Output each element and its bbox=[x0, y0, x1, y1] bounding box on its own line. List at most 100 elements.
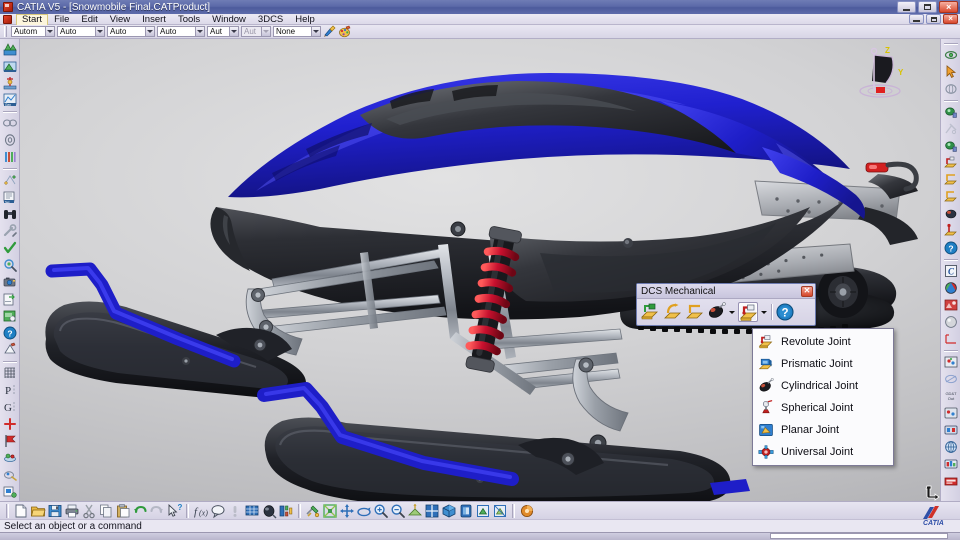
new-document-icon[interactable] bbox=[13, 503, 29, 519]
flag-note-icon[interactable] bbox=[2, 433, 18, 449]
table-icon[interactable] bbox=[244, 503, 260, 519]
chevron-down-icon[interactable] bbox=[95, 27, 104, 36]
whats-this-help-icon[interactable]: ? bbox=[166, 503, 183, 519]
spherical-joint-icon[interactable] bbox=[943, 206, 959, 222]
mirror-q-icon[interactable]: G bbox=[2, 399, 18, 415]
menu-item-prismatic-joint[interactable]: Prismatic Joint bbox=[753, 353, 893, 375]
filter-combo-3[interactable]: Auto bbox=[157, 26, 205, 37]
constraint-icon[interactable] bbox=[2, 115, 18, 131]
sphere-gray-icon[interactable] bbox=[943, 314, 959, 330]
print-icon[interactable] bbox=[64, 503, 80, 519]
maximize-button[interactable] bbox=[918, 1, 937, 13]
kinematics-simulate-icon[interactable] bbox=[943, 104, 959, 120]
measure-mode-combo[interactable]: Autom bbox=[11, 26, 55, 37]
search-binoculars-icon[interactable] bbox=[2, 206, 18, 222]
sectioning-icon[interactable] bbox=[2, 149, 18, 165]
knowledge-icon[interactable] bbox=[227, 503, 243, 519]
measure-between-icon[interactable] bbox=[2, 41, 18, 57]
distance-analysis-icon[interactable] bbox=[2, 172, 18, 188]
dcs-help-icon[interactable]: ? bbox=[775, 302, 795, 322]
swap-visible-icon[interactable] bbox=[492, 503, 508, 519]
pan-icon[interactable] bbox=[339, 503, 355, 519]
help-question-icon[interactable]: ? bbox=[943, 240, 959, 256]
clash-analysis-icon[interactable] bbox=[2, 132, 18, 148]
comment-icon[interactable] bbox=[210, 503, 226, 519]
menu-item-tools[interactable]: Tools bbox=[172, 14, 206, 25]
chevron-down-icon[interactable] bbox=[229, 27, 238, 36]
mirror-p-icon[interactable]: P bbox=[2, 382, 18, 398]
copy-icon[interactable] bbox=[98, 503, 114, 519]
menu-item-help[interactable]: Help bbox=[289, 14, 321, 25]
revolute-joint-icon[interactable] bbox=[943, 155, 959, 171]
hide-show-icon[interactable] bbox=[475, 503, 491, 519]
dcs-dropdown-arrow-2[interactable] bbox=[760, 302, 768, 322]
analysis-icon[interactable] bbox=[943, 405, 959, 421]
dcs-move-icon[interactable] bbox=[640, 302, 660, 322]
paint-brush-icon[interactable] bbox=[323, 25, 336, 38]
pointer-select-icon[interactable] bbox=[943, 64, 959, 80]
rotate-icon[interactable] bbox=[356, 503, 372, 519]
dcs-dropdown-arrow-1[interactable] bbox=[728, 302, 736, 322]
mdi-close-button[interactable]: × bbox=[943, 14, 958, 24]
isometric-view-icon[interactable] bbox=[441, 503, 457, 519]
render-style-icon[interactable] bbox=[458, 503, 474, 519]
mdi-window-controls[interactable]: × bbox=[909, 14, 958, 24]
capture-icon[interactable] bbox=[2, 484, 18, 500]
inertia-icon[interactable] bbox=[261, 503, 277, 519]
mdi-restore-button[interactable] bbox=[926, 14, 941, 24]
joint-type-dropdown-menu[interactable]: Revolute Joint Prismatic Joint Cylindric… bbox=[752, 328, 894, 466]
snap-combo[interactable]: None bbox=[273, 26, 321, 37]
redo-icon[interactable] bbox=[149, 503, 165, 519]
3d-compass[interactable]: Z Y bbox=[852, 43, 912, 105]
measure-item-icon[interactable] bbox=[2, 58, 18, 74]
toolbar-grip[interactable] bbox=[4, 26, 7, 37]
add-point-icon[interactable] bbox=[2, 416, 18, 432]
variation-icon[interactable] bbox=[943, 456, 959, 472]
generative-view-icon[interactable]: Gen bbox=[2, 92, 18, 108]
dcs-close-button[interactable]: ✕ bbox=[801, 285, 813, 297]
scene-icon[interactable] bbox=[2, 450, 18, 466]
simulation-player-icon[interactable] bbox=[943, 138, 959, 154]
compass-c-icon[interactable]: C bbox=[943, 263, 959, 279]
report-icon[interactable] bbox=[943, 473, 959, 489]
dcs-revolute-joint-icon[interactable] bbox=[738, 302, 758, 322]
menu-item-file[interactable]: File bbox=[48, 14, 75, 25]
menu-item-cylindrical-joint[interactable]: Cylindrical Joint bbox=[753, 375, 893, 397]
fit-all-icon[interactable] bbox=[943, 47, 959, 63]
chevron-down-icon[interactable] bbox=[195, 27, 204, 36]
workbench-icon[interactable] bbox=[519, 503, 535, 519]
chevron-down-icon[interactable] bbox=[311, 27, 320, 36]
camera-icon[interactable] bbox=[2, 274, 18, 290]
stats-icon[interactable]: GD&T Out bbox=[943, 388, 959, 404]
menu-item-3dcs[interactable]: 3DCS bbox=[252, 14, 289, 25]
rgb-sphere-icon[interactable] bbox=[943, 280, 959, 296]
annotation-icon[interactable]: Set bbox=[2, 189, 18, 205]
zoom-out-icon[interactable] bbox=[390, 503, 406, 519]
highlight-icon[interactable] bbox=[2, 467, 18, 483]
cylindrical-joint-icon[interactable] bbox=[943, 189, 959, 205]
chevron-down-icon[interactable] bbox=[45, 27, 54, 36]
deviation-icon[interactable] bbox=[943, 371, 959, 387]
menu-item-view[interactable]: View bbox=[104, 14, 136, 25]
mdi-minimize-button[interactable] bbox=[909, 14, 924, 24]
rotate-view-icon[interactable] bbox=[943, 81, 959, 97]
export-icon[interactable] bbox=[2, 291, 18, 307]
menu-item-planar-joint[interactable]: Planar Joint bbox=[753, 419, 893, 441]
menu-item-revolute-joint[interactable]: Revolute Joint bbox=[753, 331, 893, 353]
save-document-icon[interactable] bbox=[47, 503, 63, 519]
menu-item-insert[interactable]: Insert bbox=[136, 14, 172, 25]
analysis-tools-icon[interactable] bbox=[278, 503, 294, 519]
fit-all-in-icon[interactable] bbox=[322, 503, 338, 519]
filter-combo-4[interactable]: Aut bbox=[207, 26, 239, 37]
material-icon[interactable] bbox=[943, 297, 959, 313]
space-analysis-icon[interactable] bbox=[2, 257, 18, 273]
check-update-icon[interactable] bbox=[2, 240, 18, 256]
multi-view-icon[interactable] bbox=[424, 503, 440, 519]
formula-icon[interactable]: f (x) bbox=[193, 503, 209, 519]
fly-mode-icon[interactable] bbox=[305, 503, 321, 519]
filter-combo-2[interactable]: Auto bbox=[107, 26, 155, 37]
measure-inertia-icon[interactable] bbox=[2, 75, 18, 91]
minimize-button[interactable] bbox=[897, 1, 916, 13]
axis-line-icon[interactable] bbox=[943, 331, 959, 347]
taskbar-search-field[interactable] bbox=[770, 533, 948, 539]
